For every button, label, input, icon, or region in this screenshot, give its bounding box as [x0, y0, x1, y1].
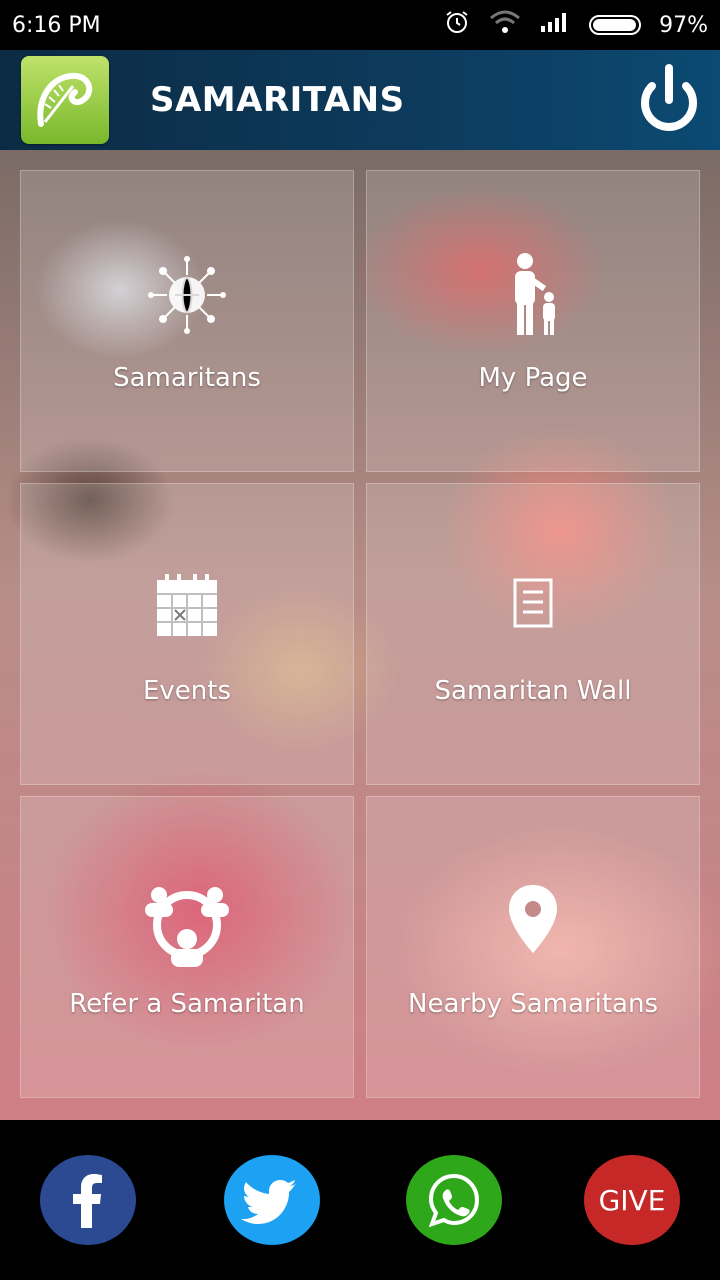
tile-samaritans[interactable]: Samaritans — [20, 170, 354, 472]
app-logo-icon — [21, 56, 109, 144]
signal-icon — [539, 10, 571, 40]
facebook-button[interactable] — [40, 1155, 136, 1245]
people-network-icon — [21, 877, 353, 973]
give-label: GIVE — [598, 1183, 666, 1217]
tile-nearby-samaritans[interactable]: Nearby Samaritans — [366, 796, 700, 1098]
battery-icon — [589, 15, 642, 35]
tile-label-refer-a-samaritan: Refer a Samaritan — [69, 989, 305, 1019]
tile-samaritan-wall[interactable]: Samaritan Wall — [366, 483, 700, 785]
tile-label-samaritan-wall: Samaritan Wall — [434, 676, 632, 706]
tile-label-my-page: My Page — [478, 363, 588, 393]
calendar-icon — [21, 566, 353, 650]
tile-refer-a-samaritan[interactable]: Refer a Samaritan — [20, 796, 354, 1098]
tile-label-nearby-samaritans: Nearby Samaritans — [408, 989, 658, 1019]
give-button[interactable]: GIVE — [584, 1155, 680, 1245]
app-bar: SAMARITANS — [0, 50, 720, 150]
twitter-icon — [241, 1180, 296, 1224]
tile-label-samaritans: Samaritans — [113, 363, 261, 393]
alarm-icon — [443, 8, 471, 42]
globe-network-icon — [21, 253, 353, 337]
tile-label-events: Events — [142, 676, 232, 706]
facebook-icon — [73, 1174, 102, 1228]
battery-percentage: 97% — [659, 12, 708, 38]
tile-events[interactable]: Events — [20, 483, 354, 785]
page-title: SAMARITANS — [150, 80, 405, 120]
dashboard-grid: Samaritans My Page Events Samaritan Wall… — [0, 150, 720, 1120]
wifi-icon — [489, 10, 521, 40]
whatsapp-icon — [428, 1173, 480, 1228]
twitter-button[interactable] — [224, 1155, 320, 1245]
location-pin-icon — [367, 879, 699, 963]
document-icon — [367, 566, 699, 650]
parent-child-icon — [367, 253, 699, 337]
status-icons: 97% — [443, 8, 708, 42]
status-bar: 6:16 PM 97% — [0, 0, 720, 50]
tile-my-page[interactable]: My Page — [366, 170, 700, 472]
power-button[interactable] — [638, 62, 700, 138]
whatsapp-button[interactable] — [406, 1155, 502, 1245]
status-time: 6:16 PM — [12, 12, 101, 38]
power-icon — [641, 64, 697, 131]
